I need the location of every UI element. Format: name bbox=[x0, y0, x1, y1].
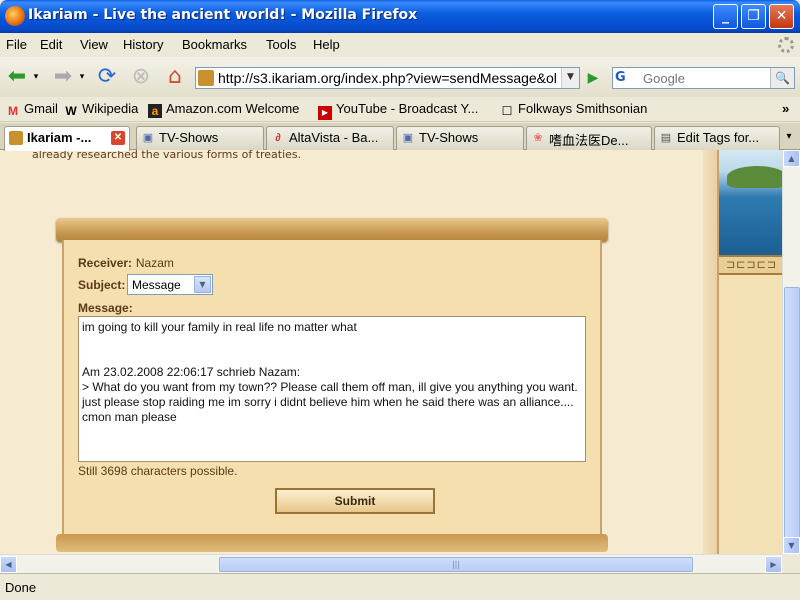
maximize-button[interactable]: ❐ bbox=[741, 4, 766, 29]
message-panel: Receiver: Nazam Subject: Message ▼ Messa… bbox=[62, 240, 602, 538]
altavista-icon: ∂ bbox=[275, 132, 281, 144]
menu-bar: File Edit View History Bookmarks Tools H… bbox=[0, 33, 800, 57]
url-input[interactable] bbox=[218, 69, 558, 87]
menu-history[interactable]: History bbox=[123, 37, 163, 52]
forward-history-chevron-icon[interactable]: ▾ bbox=[76, 65, 88, 91]
home-icon[interactable]: ⌂ bbox=[162, 65, 188, 91]
url-bar[interactable]: ▼ bbox=[195, 67, 580, 89]
menu-help[interactable]: Help bbox=[313, 37, 340, 52]
go-icon[interactable]: ▶ bbox=[584, 69, 602, 87]
submit-button[interactable]: Submit bbox=[275, 488, 435, 514]
status-text: Done bbox=[5, 580, 37, 595]
scrollbar-corner bbox=[782, 554, 800, 573]
horizontal-scrollbar[interactable]: ◀ ||| ▶ bbox=[0, 554, 782, 573]
subject-label: Subject: bbox=[78, 278, 126, 292]
subject-select[interactable]: Message ▼ bbox=[127, 274, 213, 295]
characters-remaining: Still 3698 characters possible. bbox=[78, 464, 238, 478]
navigation-toolbar: ⬅ ▾ ➡ ▾ ⟳ ⊗ ⌂ ▼ ▶ G 🔍 bbox=[0, 57, 800, 97]
url-dropdown-icon[interactable]: ▼ bbox=[561, 68, 579, 88]
truncated-text: already researched the various forms of … bbox=[32, 150, 302, 161]
subject-selected-value: Message bbox=[132, 278, 181, 292]
greek-key-border: ⊐⊏⊐⊏⊐ bbox=[719, 255, 782, 275]
status-bar: Done bbox=[0, 573, 800, 600]
firefox-icon bbox=[5, 6, 25, 26]
bookmark-wikipedia[interactable]: W Wikipedia bbox=[64, 101, 138, 118]
scroll-up-icon[interactable]: ▲ bbox=[783, 150, 800, 167]
menu-view[interactable]: View bbox=[80, 37, 108, 52]
vertical-scroll-thumb[interactable] bbox=[784, 287, 800, 543]
scroll-left-icon[interactable]: ◀ bbox=[0, 556, 17, 573]
mascot-icon: ❀ bbox=[533, 132, 543, 144]
tab-tv-shows-2[interactable]: ▣ TV-Shows bbox=[396, 126, 524, 150]
bookmark-youtube[interactable]: ▶ YouTube - Broadcast Y... bbox=[318, 101, 478, 120]
tv-icon: ▣ bbox=[402, 132, 414, 144]
message-label: Message: bbox=[78, 301, 133, 315]
bookmarks-toolbar: M Gmail W Wikipedia a Amazon.com Welcome ▶ Y… bbox=[0, 97, 800, 122]
window-title: Ikariam - Live the ancient world! - Mozi… bbox=[28, 7, 418, 23]
menu-bookmarks[interactable]: Bookmarks bbox=[182, 37, 247, 52]
throbber-icon bbox=[778, 37, 794, 53]
bookmark-gmail[interactable]: M Gmail bbox=[6, 101, 58, 118]
page-icon: ☐ bbox=[501, 104, 513, 118]
horizontal-scroll-thumb[interactable]: ||| bbox=[219, 557, 693, 572]
scroll-bottom-roll bbox=[56, 534, 608, 552]
image-icon: ▤ bbox=[660, 132, 672, 144]
tv-icon: ▣ bbox=[142, 132, 154, 144]
scroll-down-icon[interactable]: ▼ bbox=[783, 537, 800, 554]
close-button[interactable]: ✕ bbox=[769, 4, 794, 29]
window-titlebar: Ikariam - Live the ancient world! - Mozi… bbox=[0, 0, 800, 33]
gmail-icon: M bbox=[8, 104, 18, 118]
search-engine-icon[interactable]: G bbox=[615, 70, 641, 86]
minimize-button[interactable]: _ bbox=[713, 4, 738, 29]
stop-icon[interactable]: ⊗ bbox=[128, 65, 154, 91]
menu-tools[interactable]: Tools bbox=[266, 37, 296, 52]
sidebar-divider bbox=[703, 150, 717, 554]
receiver-row: Receiver: Nazam bbox=[78, 256, 174, 270]
tab-altavista[interactable]: ∂ AltaVista - Ba... bbox=[266, 126, 394, 150]
back-arrow-icon[interactable]: ⬅ bbox=[4, 65, 30, 91]
back-history-chevron-icon[interactable]: ▾ bbox=[30, 65, 42, 91]
forward-arrow-icon[interactable]: ➡ bbox=[50, 65, 76, 91]
right-decoration: ⊐⊏⊐⊏⊐ bbox=[717, 150, 782, 554]
page-content: already researched the various forms of … bbox=[0, 150, 782, 554]
amazon-icon: a bbox=[148, 104, 162, 118]
receiver-label: Receiver: bbox=[78, 256, 133, 270]
quote-header: Am 23.02.2008 22:06:17 schrieb Nazam: bbox=[82, 365, 301, 379]
search-bar[interactable]: G 🔍 bbox=[612, 67, 795, 89]
message-textarea[interactable]: im going to kill your family in real lif… bbox=[78, 316, 586, 462]
reload-icon[interactable]: ⟳ bbox=[94, 65, 120, 91]
search-icon[interactable]: 🔍 bbox=[770, 68, 794, 88]
ikariam-favicon-icon bbox=[9, 131, 23, 145]
bookmarks-overflow-chevron-icon[interactable]: » bbox=[782, 101, 789, 116]
menu-file[interactable]: File bbox=[6, 37, 27, 52]
bookmark-amazon[interactable]: a Amazon.com Welcome bbox=[148, 101, 299, 118]
island-image bbox=[727, 166, 782, 188]
receiver-value: Nazam bbox=[135, 256, 174, 270]
menu-edit[interactable]: Edit bbox=[40, 37, 62, 52]
tab-ikariam[interactable]: Ikariam -... ✕ bbox=[4, 126, 130, 151]
site-favicon-icon bbox=[198, 70, 214, 86]
youtube-icon: ▶ bbox=[318, 106, 332, 120]
quote-body: > What do you want from my town?? Please… bbox=[82, 380, 578, 424]
tab-bar: Ikariam -... ✕ ▣ TV-Shows ∂ AltaVista - … bbox=[0, 123, 800, 151]
vertical-scrollbar[interactable]: ▲ ▼ bbox=[782, 150, 800, 554]
scroll-right-icon[interactable]: ▶ bbox=[765, 556, 782, 573]
tab-list-chevron-icon[interactable]: ▾ bbox=[780, 126, 798, 148]
search-input[interactable] bbox=[643, 69, 763, 87]
bookmark-folkways[interactable]: ☐ Folkways Smithsonian bbox=[500, 101, 648, 118]
message-text: im going to kill your family in real lif… bbox=[82, 320, 357, 334]
wikipedia-icon: W bbox=[65, 104, 77, 118]
tab-close-icon[interactable]: ✕ bbox=[111, 131, 125, 145]
chevron-down-icon[interactable]: ▼ bbox=[194, 276, 211, 293]
tab-tv-shows-1[interactable]: ▣ TV-Shows bbox=[136, 126, 264, 150]
tab-edit-tags[interactable]: ▤ Edit Tags for... bbox=[654, 126, 780, 150]
scroll-top-roll bbox=[56, 218, 608, 242]
tab-chinese[interactable]: ❀ 嗜血法医De... bbox=[526, 126, 652, 150]
